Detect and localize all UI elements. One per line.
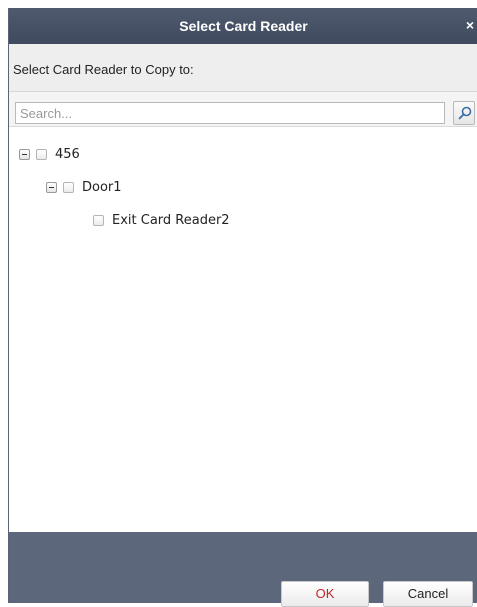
background-window-strip bbox=[0, 0, 477, 8]
tree-node-label: 456 bbox=[55, 146, 80, 162]
close-icon[interactable]: × bbox=[466, 8, 474, 42]
tree-node-door1: Door1 bbox=[46, 178, 122, 196]
collapse-toggle-icon[interactable] bbox=[19, 148, 30, 160]
node-checkbox[interactable] bbox=[36, 148, 47, 160]
dialog-subheader: Select Card Reader to Copy to: bbox=[9, 44, 477, 92]
search-row bbox=[9, 92, 477, 126]
copy-to-label: Select Card Reader to Copy to: bbox=[13, 62, 194, 77]
search-input[interactable] bbox=[15, 102, 445, 124]
tree-node-exit-card-reader2: Exit Card Reader2 bbox=[93, 211, 230, 229]
ok-button[interactable]: OK bbox=[281, 581, 369, 607]
node-checkbox[interactable] bbox=[93, 214, 104, 226]
collapse-toggle-icon[interactable] bbox=[46, 181, 57, 193]
search-button[interactable] bbox=[453, 101, 475, 125]
cancel-button[interactable]: Cancel bbox=[383, 581, 473, 607]
dialog-footer: OK Cancel bbox=[9, 532, 477, 607]
tree-node-456: 456 bbox=[19, 145, 80, 163]
tree-node-label: Door1 bbox=[82, 179, 122, 195]
tree-node-label: Exit Card Reader2 bbox=[112, 212, 230, 228]
card-reader-tree: 456 Door1 Exit Card Reader2 bbox=[9, 126, 477, 533]
search-icon bbox=[458, 106, 472, 120]
dialog-title-bar: Select Card Reader × bbox=[9, 8, 477, 44]
node-checkbox[interactable] bbox=[63, 181, 74, 193]
select-card-reader-dialog: Select Card Reader × Select Card Reader … bbox=[8, 8, 477, 607]
dialog-title: Select Card Reader bbox=[179, 18, 308, 34]
